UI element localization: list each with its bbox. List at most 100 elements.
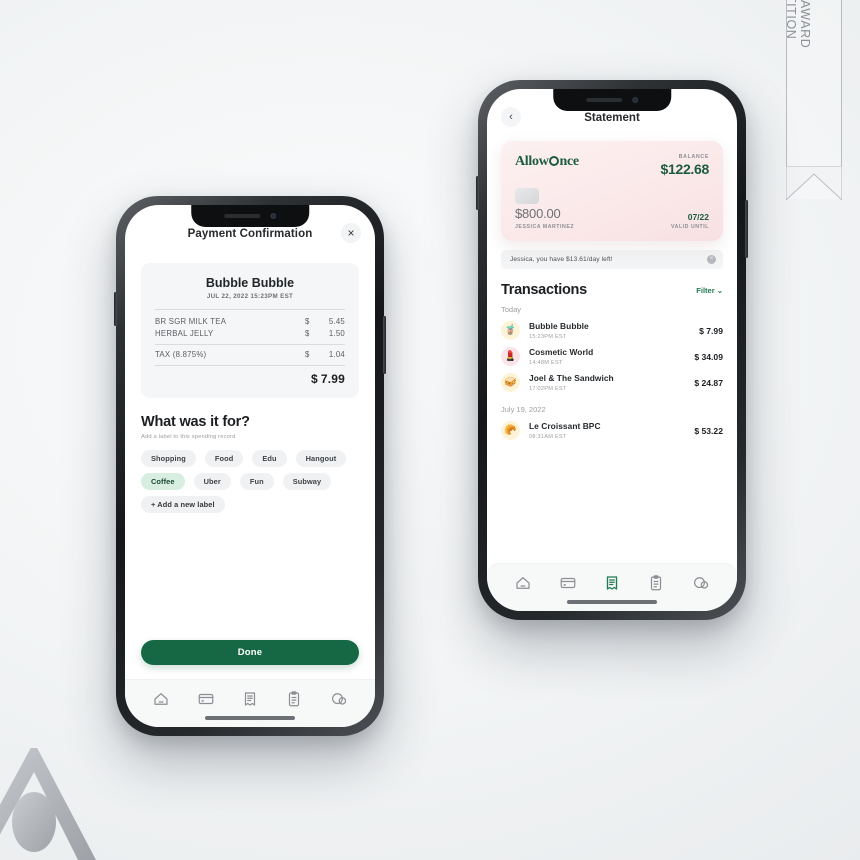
transaction-time: 15:23PM EST — [529, 333, 567, 340]
transaction-time: 08:31AM EST — [529, 433, 567, 440]
done-button-wrapper: Done — [141, 640, 359, 665]
transaction-row[interactable]: 🧋 Bubble Bubble 15:23PM EST $ 7.99 — [501, 321, 723, 340]
clipboard-icon[interactable] — [285, 690, 303, 708]
left-screen: Payment Confirmation × Bubble Bubble JUL… — [125, 205, 375, 727]
transaction-amount: $ 24.87 — [694, 377, 723, 388]
allowance-card[interactable]: Allow nce BALANCE $122.68 $800.00 JESSIC… — [501, 141, 723, 241]
page-title: Statement — [584, 112, 640, 124]
card-top-row: Allow nce BALANCE $122.68 — [515, 154, 709, 177]
total-currency: $ — [310, 371, 318, 386]
limit-amount: $800.00 — [515, 206, 561, 221]
transaction-amount: $ 34.09 — [694, 351, 723, 362]
receipt-divider — [155, 343, 345, 345]
award-ribbon-line1: A'DESIGN AWARD — [798, 0, 812, 93]
valid-date: 07/22 — [687, 212, 709, 222]
home-icon[interactable] — [152, 690, 170, 708]
transactions-header: Transactions Filter ⌄ — [501, 282, 723, 298]
filter-button[interactable]: Filter ⌄ — [696, 286, 723, 295]
transaction-row[interactable]: 🥪 Joel & The Sandwich 17:02PM EST $ 24.8… — [501, 373, 723, 392]
emv-chip-icon — [515, 188, 539, 204]
transaction-name: Le Croissant BPC — [529, 421, 601, 432]
balance-label: BALANCE — [678, 154, 709, 160]
transaction-info: Bubble Bubble 15:23PM EST — [529, 321, 690, 340]
right-screen: ‹ Statement Allow nce BALANCE $122.68 $8… — [487, 89, 737, 611]
award-ribbon-text: A'DESIGN AWARD & COMPETITION — [784, 0, 812, 93]
a-design-award-logo — [0, 748, 104, 860]
transaction-info: Joel & The Sandwich 17:02PM EST — [529, 373, 685, 392]
lipstick-icon: 💄 — [501, 347, 520, 366]
clipboard-icon[interactable] — [647, 574, 665, 592]
receipt-icon[interactable] — [603, 574, 621, 592]
award-ribbon: A'DESIGN AWARD & COMPETITION — [784, 0, 842, 200]
card-right-block: 07/22 VALID UNTIL — [671, 212, 709, 230]
receipt-card: Bubble Bubble JUL 22, 2022 15:23PM EST B… — [141, 263, 359, 398]
notice-close-icon[interactable]: × — [707, 255, 716, 264]
front-camera-icon — [270, 213, 276, 219]
chat-icon[interactable] — [330, 690, 348, 708]
label-chip-fun[interactable]: Fun — [239, 472, 274, 490]
label-chip-hangout[interactable]: Hangout — [295, 449, 347, 467]
label-chip-food[interactable]: Food — [204, 449, 244, 467]
tax-currency: $ — [305, 349, 310, 359]
bubble-tea-icon: 🧋 — [501, 321, 520, 340]
label-chip-subway[interactable]: Subway — [282, 472, 332, 490]
phone-right-statement: ‹ Statement Allow nce BALANCE $122.68 $8… — [476, 80, 748, 620]
transactions-title: Transactions — [501, 282, 587, 298]
item-name: BR SGR MILK TEA — [155, 317, 227, 326]
croissant-icon: 🥐 — [501, 421, 520, 440]
receipt-date: JUL 22, 2022 15:23PM EST — [206, 293, 294, 300]
receipt-merchant-name: Bubble Bubble — [205, 276, 295, 290]
label-section-subtitle: Add a label to this spending record — [141, 433, 236, 440]
total-amount: 7.99 — [320, 371, 345, 386]
card-icon[interactable] — [197, 690, 215, 708]
transaction-info: Le Croissant BPC 08:31AM EST — [529, 421, 685, 440]
card-icon[interactable] — [559, 574, 577, 592]
label-chip-coffee[interactable]: Coffee — [141, 472, 185, 490]
receipt-tax-row: TAX (8.875%) $ 1.04 — [155, 350, 345, 359]
transaction-name: Bubble Bubble — [529, 321, 589, 332]
notice-text: Jessica, you have $13.61/day left! — [510, 256, 613, 263]
phone-notch — [553, 89, 671, 111]
add-new-label-button[interactable]: + Add a new label — [141, 495, 225, 513]
label-chip-edu[interactable]: Edu — [252, 449, 287, 467]
transaction-info: Cosmetic World 14:48M EST — [529, 347, 685, 366]
label-chip-shopping[interactable]: Shopping — [141, 449, 196, 467]
back-chevron-icon[interactable]: ‹ — [501, 107, 521, 127]
speaker-grille — [224, 214, 260, 218]
transaction-row[interactable]: 🥐 Le Croissant BPC 08:31AM EST $ 53.22 — [501, 421, 723, 440]
home-icon[interactable] — [514, 574, 532, 592]
transaction-row[interactable]: 💄 Cosmetic World 14:48M EST $ 34.09 — [501, 347, 723, 366]
label-section-title: What was it for? — [141, 413, 250, 430]
brand-o-icon — [549, 156, 560, 166]
transaction-name: Cosmetic World — [529, 347, 594, 358]
transaction-amount: $ 53.22 — [694, 425, 723, 436]
brand-suffix: nce — [559, 154, 580, 169]
receipt-total-row: $ 7.99 — [155, 372, 345, 386]
item-currency: $ — [305, 317, 310, 326]
card-holder-name: JESSICA MARTINEZ — [515, 224, 575, 230]
speaker-grille — [586, 98, 622, 102]
transaction-name: Joel & The Sandwich — [529, 373, 614, 384]
card-left-block: $800.00 JESSICA MARTINEZ — [515, 206, 574, 230]
home-indicator — [567, 600, 657, 604]
chat-icon[interactable] — [692, 574, 710, 592]
receipt-line-item: BR SGR MILK TEA $ 5.45 — [155, 317, 345, 326]
home-indicator — [205, 716, 295, 720]
transaction-amount: $ 7.99 — [699, 325, 723, 336]
receipt-icon[interactable] — [241, 690, 259, 708]
done-button[interactable]: Done — [141, 640, 359, 665]
page-title: Payment Confirmation — [187, 228, 313, 240]
tax-amount: 1.04 — [328, 349, 345, 359]
tax-label: TAX (8.875%) — [155, 349, 207, 359]
close-icon[interactable]: × — [341, 223, 361, 243]
receipt-line-item: HERBAL JELLY $ 1.50 — [155, 329, 345, 338]
item-amount: 1.50 — [328, 328, 345, 338]
label-chip-uber[interactable]: Uber — [193, 472, 231, 490]
item-name: HERBAL JELLY — [155, 328, 214, 338]
item-currency: $ — [305, 328, 310, 338]
ribbon-notch-shape — [786, 166, 842, 200]
balance-value: $122.68 — [660, 161, 709, 177]
card-bottom-row: $800.00 JESSICA MARTINEZ 07/22 VALID UNT… — [515, 206, 709, 230]
transaction-time: 14:48M EST — [529, 359, 563, 366]
front-camera-icon — [632, 97, 638, 103]
